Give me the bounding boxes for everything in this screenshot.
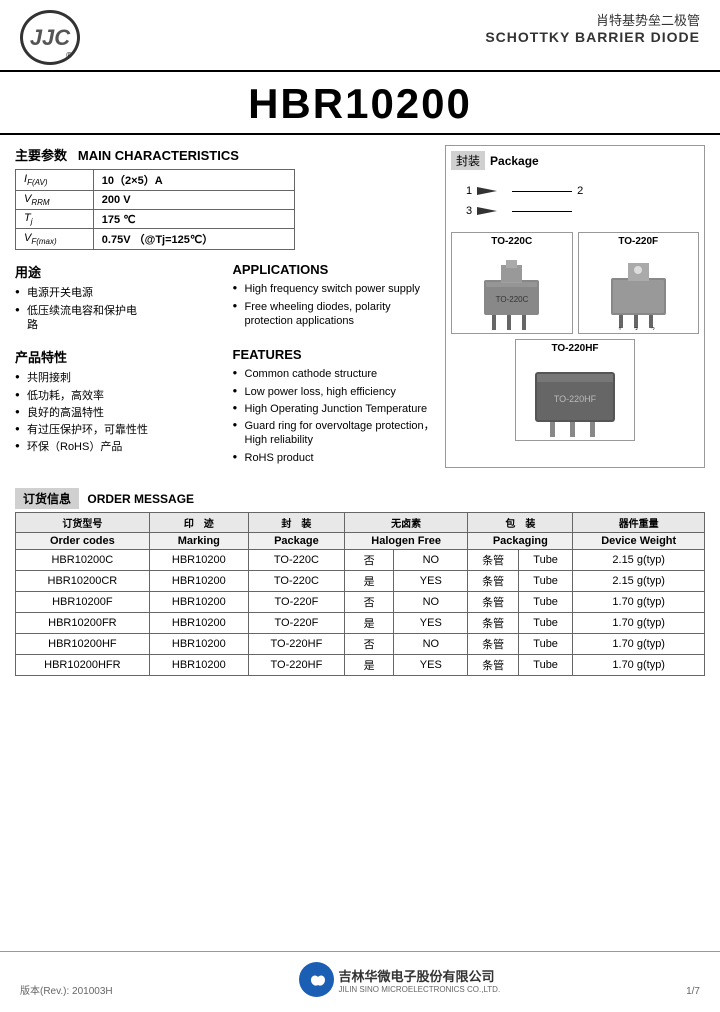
to220c-image: TO-220C: [455, 250, 569, 330]
footer-version: 版本(Rev.): 201003H: [20, 982, 113, 997]
characteristics-title: 主要参数 MAIN CHARACTERISTICS: [15, 145, 435, 164]
to220f-svg: 1 2 3: [591, 250, 686, 330]
list-item: 低压续流电容和保护电路: [15, 304, 218, 333]
features-section: 产品特性 共阴接刺 低功耗，高效率 良好的高温特性 有过压保护环，可靠性性 环保…: [15, 347, 435, 468]
list-item: 有过压保护环，可靠性性: [15, 423, 218, 437]
package-header: 封装 Package: [451, 151, 699, 170]
table-row: HBR10200C HBR10200 TO-220C 否 NO 条管 Tube …: [16, 550, 705, 571]
footer-page: 1/7: [686, 986, 700, 997]
features-cn-list: 共阴接刺 低功耗，高效率 良好的高温特性 有过压保护环，可靠性性 环保（RoHS…: [15, 371, 218, 454]
package-panel: 封装 Package 1 2 3: [445, 145, 705, 468]
trademark-symbol: ®: [66, 51, 72, 60]
list-item: Common cathode structure: [233, 367, 436, 381]
svg-text:1: 1: [618, 327, 622, 330]
table-row: HBR10200CR HBR10200 TO-220C 是 YES 条管 Tub…: [16, 571, 705, 592]
characteristics-table: IF(AV) 10（2×5）A VRRM 200 V Tj 175 ℃ VF(m…: [15, 169, 295, 250]
package-to220hf: TO-220HF TO-220HF: [515, 339, 635, 441]
characteristics-section: 主要参数 MAIN CHARACTERISTICS IF(AV) 10（2×5）…: [15, 145, 435, 250]
features-title-cn: 产品特性: [15, 347, 218, 366]
table-row: HBR10200HFR HBR10200 TO-220HF 是 YES 条管 T…: [16, 655, 705, 676]
applications-cn: 用途 电源开关电源 低压续流电容和保护电路: [15, 262, 218, 335]
to220hf-image: TO-220HF: [519, 357, 631, 437]
svg-text:3: 3: [634, 327, 638, 330]
list-item: Guard ring for overvoltage protection，Hi…: [233, 419, 436, 448]
footer-company-cn: 吉林华微电子股份有限公司: [339, 966, 501, 985]
features-en: FEATURES Common cathode structure Low po…: [233, 347, 436, 468]
product-model: HBR10200: [0, 72, 720, 135]
list-item: 电源开关电源: [15, 286, 218, 300]
table-row: IF(AV) 10（2×5）A: [16, 170, 295, 191]
list-item: 共阴接刺: [15, 371, 218, 385]
features-en-list: Common cathode structure Low power loss,…: [233, 367, 436, 465]
to220f-image: 1 2 3: [582, 250, 696, 330]
list-item: RoHS product: [233, 451, 436, 465]
package-label-en: Package: [490, 154, 539, 168]
list-item: High Operating Junction Temperature: [233, 402, 436, 416]
header: JJC ® 肖特基势垒二极管 SCHOTTKY BARRIER DIODE: [0, 0, 720, 72]
to220c-svg: TO-220C: [464, 250, 559, 330]
company-logo: JJC ®: [20, 10, 80, 65]
pin-1-row: 1 2: [466, 185, 583, 197]
order-section-title-en: ORDER MESSAGE: [87, 492, 194, 506]
list-item: 良好的高温特性: [15, 406, 218, 420]
list-item: 环保（RoHS）产品: [15, 440, 218, 454]
table-row: VF(max) 0.75V （@Tj=125℃）: [16, 229, 295, 250]
product-type-chinese: 肖特基势垒二极管: [100, 10, 700, 29]
applications-title-cn: 用途: [15, 262, 218, 281]
footer-company-en: JILIN SINO MICROELECTRONICS CO.,LTD.: [339, 985, 501, 994]
table-header-en: Order codes Marking Package Halogen Free…: [16, 533, 705, 550]
applications-cn-list: 电源开关电源 低压续流电容和保护电路: [15, 286, 218, 332]
applications-en: APPLICATIONS High frequency switch power…: [233, 262, 436, 335]
footer-logo-icon: [299, 962, 334, 997]
table-row: HBR10200FR HBR10200 TO-220F 是 YES 条管 Tub…: [16, 613, 705, 634]
svg-text:2: 2: [651, 327, 655, 330]
product-type-english: SCHOTTKY BARRIER DIODE: [100, 29, 700, 45]
table-row: VRRM 200 V: [16, 191, 295, 210]
order-section-title-cn: 订货信息: [15, 488, 79, 509]
order-section-header: 订货信息 ORDER MESSAGE: [15, 488, 705, 512]
features-title-en: FEATURES: [233, 347, 436, 362]
package-top-row: TO-220C TO-220: [451, 232, 699, 334]
order-table: 订货型号 印 迹 封 装 无卤素 包 装 器件重量 Order codes Ma…: [15, 512, 705, 676]
applications-title-en: APPLICATIONS: [233, 262, 436, 277]
logo-area: JJC ®: [20, 10, 80, 65]
pin-3-row: 3: [466, 205, 572, 217]
list-item: 低功耗，高效率: [15, 389, 218, 403]
list-item: Low power loss, high efficiency: [233, 385, 436, 399]
table-row: HBR10200F HBR10200 TO-220F 否 NO 条管 Tube …: [16, 592, 705, 613]
list-item: High frequency switch power supply: [233, 282, 436, 296]
left-panel: 主要参数 MAIN CHARACTERISTICS IF(AV) 10（2×5）…: [15, 145, 435, 468]
pin-3-arrow-icon: [477, 205, 507, 217]
list-item: Free wheeling diodes, polarity protectio…: [233, 300, 436, 329]
order-section: 订货信息 ORDER MESSAGE 订货型号 印 迹 封 装 无卤素 包 装 …: [15, 488, 705, 676]
header-right: 肖特基势垒二极管 SCHOTTKY BARRIER DIODE: [100, 10, 700, 45]
applications-section: 用途 电源开关电源 低压续流电容和保护电路 APPLICATIONS High …: [15, 262, 435, 335]
pin-diagram: 1 2 3: [451, 175, 699, 227]
table-header-cn: 订货型号 印 迹 封 装 无卤素 包 装 器件重量: [16, 513, 705, 533]
package-bottom-row: TO-220HF TO-220HF: [451, 339, 699, 441]
svg-text:TO-220C: TO-220C: [496, 295, 529, 304]
footer: 版本(Rev.): 201003H 吉林华微电子股份有限公司 JILIN SIN…: [0, 951, 720, 997]
features-cn: 产品特性 共阴接刺 低功耗，高效率 良好的高温特性 有过压保护环，可靠性性 环保…: [15, 347, 218, 468]
package-label-cn: 封装: [451, 151, 485, 170]
pin-1-arrow-icon: [477, 185, 507, 197]
table-row: HBR10200HF HBR10200 TO-220HF 否 NO 条管 Tub…: [16, 634, 705, 655]
package-to220c: TO-220C TO-220: [451, 232, 573, 334]
to220hf-svg: TO-220HF: [520, 357, 630, 437]
table-row: Tj 175 ℃: [16, 210, 295, 229]
main-content: 主要参数 MAIN CHARACTERISTICS IF(AV) 10（2×5）…: [0, 135, 720, 478]
footer-company: 吉林华微电子股份有限公司 JILIN SINO MICROELECTRONICS…: [299, 962, 501, 997]
applications-en-list: High frequency switch power supply Free …: [233, 282, 436, 328]
svg-text:TO-220HF: TO-220HF: [554, 394, 597, 404]
package-to220f: TO-220F: [578, 232, 700, 334]
